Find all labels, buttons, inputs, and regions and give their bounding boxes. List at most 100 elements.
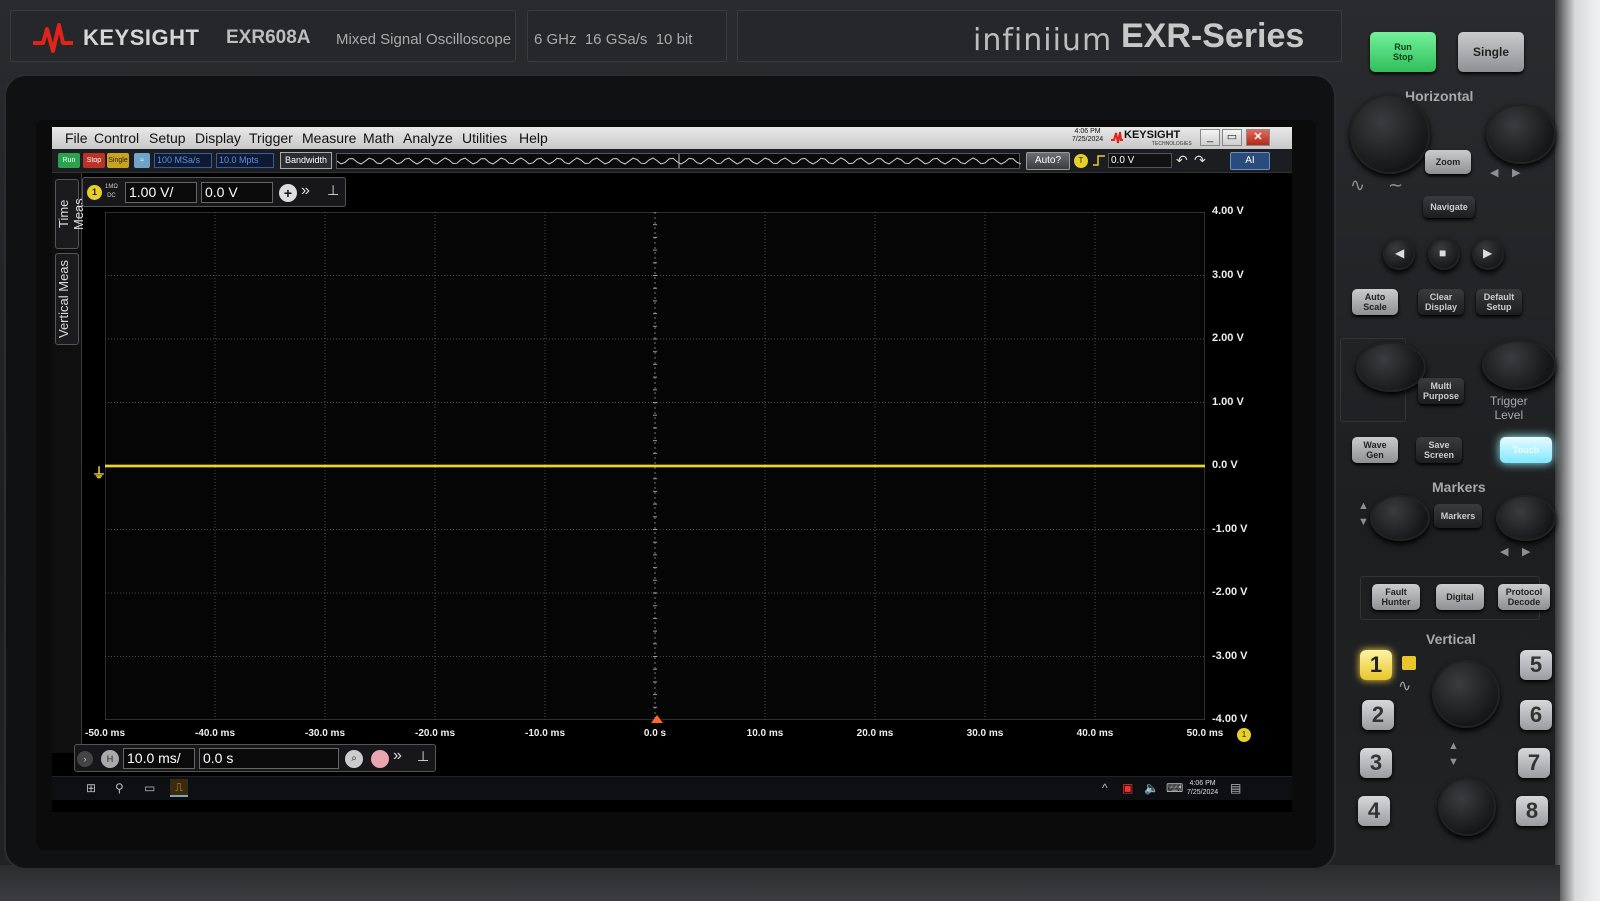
multipurpose-knob[interactable] bbox=[1356, 342, 1426, 392]
undo-icon[interactable]: ↶ bbox=[1176, 152, 1192, 170]
record-icon[interactable] bbox=[371, 750, 389, 768]
auto-scale-button[interactable]: Auto Scale bbox=[1352, 289, 1398, 315]
windows-taskbar: ⊞ ⚲ ▭ ⎍ ^ ▣ 🔈 ⌨ 4:06 PM 7/25/2024 ▤ bbox=[52, 776, 1292, 800]
save-screen-button[interactable]: Save Screen bbox=[1416, 437, 1462, 463]
windows-start-icon[interactable]: ⊞ bbox=[86, 781, 96, 795]
forward-icon: ▶ bbox=[1483, 246, 1493, 260]
sample-rate-field[interactable]: 100 MSa/s bbox=[154, 153, 212, 168]
left-arrow-icon: ◀ bbox=[1490, 167, 1499, 179]
channel-5-button[interactable]: 5 bbox=[1520, 650, 1552, 680]
channel1-badge[interactable]: 1 bbox=[87, 185, 102, 200]
tray-chevron-icon[interactable]: ^ bbox=[1102, 781, 1108, 795]
channel-1-button[interactable]: 1 bbox=[1360, 650, 1392, 680]
default-setup-button[interactable]: Default Setup bbox=[1476, 289, 1522, 315]
waveform-overview[interactable] bbox=[336, 153, 1022, 169]
multi-purpose-button[interactable]: Multi Purpose bbox=[1418, 378, 1464, 404]
wave-gen-button[interactable]: Wave Gen bbox=[1352, 437, 1398, 463]
timebase-control-bar: › H 10.0 ms/ 0.0 s ⌕ » ⊥ bbox=[74, 744, 436, 772]
infiniium-app-icon[interactable]: ⎍ bbox=[170, 779, 188, 797]
menu-measure[interactable]: Measure bbox=[302, 130, 356, 146]
channel-7-button[interactable]: 7 bbox=[1518, 748, 1550, 778]
time-delay-field[interactable]: 0.0 s bbox=[199, 748, 339, 769]
protocol-decode-button[interactable]: Protocol Decode bbox=[1498, 584, 1550, 610]
notifications-icon[interactable]: ▤ bbox=[1230, 781, 1241, 795]
trigger-level-marker[interactable]: 1 bbox=[1237, 728, 1251, 742]
search-icon[interactable]: ⚲ bbox=[115, 781, 124, 795]
channel1-ground-marker[interactable]: ⏚ bbox=[92, 463, 108, 483]
overview-waveform-icon bbox=[336, 154, 1022, 168]
rising-edge-icon[interactable] bbox=[1092, 153, 1106, 168]
network-icon[interactable]: ▣ bbox=[1122, 781, 1133, 795]
horizontal-scale-knob[interactable] bbox=[1350, 94, 1430, 174]
vertical-offset-field[interactable]: 0.0 V bbox=[201, 182, 273, 203]
channel1-coupling: 1MΩ DC bbox=[105, 183, 118, 201]
auto-trigger-button[interactable]: Auto? bbox=[1026, 152, 1070, 170]
keyboard-icon[interactable]: ⌨ bbox=[1166, 781, 1183, 795]
marker-b-knob[interactable] bbox=[1496, 495, 1556, 541]
stop-button[interactable]: Stop bbox=[83, 153, 105, 168]
memory-depth-field[interactable]: 10.0 Mpts bbox=[216, 153, 274, 168]
vertical-offset-knob[interactable] bbox=[1438, 778, 1496, 836]
trigger-source-icon[interactable]: T bbox=[1074, 154, 1088, 168]
task-view-icon[interactable]: ▭ bbox=[144, 781, 155, 795]
pin-icon[interactable]: ⊥ bbox=[417, 748, 429, 765]
time-scale-field[interactable]: 10.0 ms/ bbox=[123, 748, 195, 769]
clear-display-button[interactable]: Clear Display bbox=[1418, 289, 1464, 315]
menu-math[interactable]: Math bbox=[363, 130, 394, 146]
menu-control[interactable]: Control bbox=[94, 130, 139, 146]
acquisition-icon[interactable]: ≈ bbox=[134, 153, 150, 168]
brand-name: KEYSIGHT bbox=[83, 25, 200, 50]
stop-icon: ■ bbox=[1439, 246, 1447, 260]
waveform-icon: ∿ bbox=[1398, 678, 1412, 695]
pin-icon[interactable]: ⊥ bbox=[327, 182, 339, 199]
channel-4-button[interactable]: 4 bbox=[1358, 796, 1390, 826]
zoom-icon[interactable]: ⌕ bbox=[345, 750, 363, 768]
horizontal-position-knob[interactable] bbox=[1486, 104, 1556, 164]
taskbar-clock[interactable]: 4:06 PM 7/25/2024 bbox=[1187, 779, 1218, 797]
menu-setup[interactable]: Setup bbox=[149, 130, 186, 146]
volume-icon[interactable]: 🔈 bbox=[1144, 781, 1159, 795]
menu-file[interactable]: File bbox=[65, 130, 88, 146]
zoom-button[interactable]: Zoom bbox=[1425, 150, 1471, 174]
add-channel-icon[interactable]: + bbox=[279, 184, 297, 202]
run-button[interactable]: Run bbox=[58, 153, 80, 168]
digital-button[interactable]: Digital bbox=[1436, 584, 1484, 610]
tab-time-meas[interactable]: Time Meas bbox=[55, 179, 86, 249]
touch-button[interactable]: Touch bbox=[1500, 437, 1552, 463]
redo-icon[interactable]: ↷ bbox=[1194, 152, 1210, 170]
close-icon[interactable]: ✕ bbox=[1246, 129, 1270, 146]
menu-trigger[interactable]: Trigger bbox=[249, 130, 293, 146]
waveform-graticule[interactable] bbox=[105, 212, 1205, 720]
trigger-level-knob[interactable] bbox=[1482, 340, 1556, 390]
single-panel-button[interactable]: Single bbox=[1458, 32, 1524, 72]
maximize-icon[interactable]: ▭ bbox=[1222, 129, 1242, 146]
vertical-scale-field[interactable]: 1.00 V/ bbox=[125, 182, 197, 203]
ai-assist-button[interactable]: AI bbox=[1230, 152, 1270, 170]
channel-2-button[interactable]: 2 bbox=[1362, 700, 1394, 730]
menu-analyze[interactable]: Analyze bbox=[403, 130, 453, 146]
navigate-button[interactable]: Navigate bbox=[1423, 196, 1475, 218]
collapse-arrow-icon[interactable]: › bbox=[77, 751, 93, 767]
channel-8-button[interactable]: 8 bbox=[1516, 796, 1548, 826]
menu-utilities[interactable]: Utilities bbox=[462, 130, 507, 146]
channel-3-button[interactable]: 3 bbox=[1360, 748, 1392, 778]
bandwidth-button[interactable]: Bandwidth bbox=[280, 152, 332, 169]
screen-clock-date: 7/25/2024 bbox=[1072, 136, 1104, 143]
expand-chevron-icon[interactable]: » bbox=[393, 747, 402, 765]
trigger-position-marker[interactable] bbox=[651, 715, 663, 723]
fault-hunter-button[interactable]: Fault Hunter bbox=[1372, 584, 1420, 610]
expand-chevron-icon[interactable]: » bbox=[301, 182, 310, 200]
single-button[interactable]: Single bbox=[107, 153, 129, 168]
run-stop-button[interactable]: Run Stop bbox=[1370, 32, 1436, 72]
tab-vertical-meas[interactable]: Vertical Meas bbox=[55, 253, 79, 345]
menu-help[interactable]: Help bbox=[519, 130, 548, 146]
menu-display[interactable]: Display bbox=[195, 130, 241, 146]
trigger-level-field[interactable]: 0.0 V bbox=[1108, 153, 1172, 168]
screen-clock-time: 4:06 PM bbox=[1074, 128, 1101, 135]
markers-button[interactable]: Markers bbox=[1434, 504, 1482, 528]
vertical-scale-knob[interactable] bbox=[1432, 660, 1500, 728]
minimize-icon[interactable]: _ bbox=[1200, 129, 1220, 146]
marker-a-knob[interactable] bbox=[1370, 495, 1430, 541]
horizontal-badge[interactable]: H bbox=[101, 750, 119, 768]
channel-6-button[interactable]: 6 bbox=[1520, 700, 1552, 730]
